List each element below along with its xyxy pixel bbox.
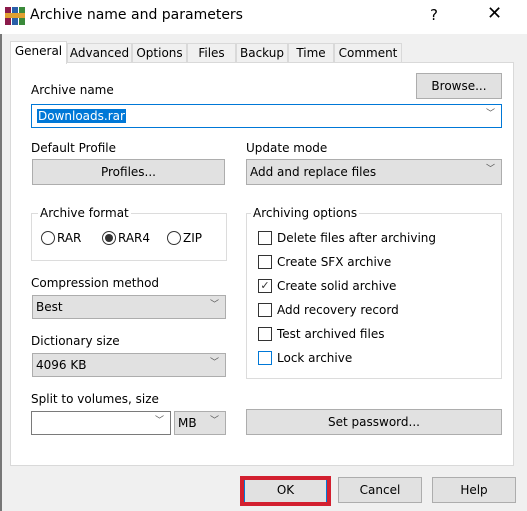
browse-button[interactable]: Browse... — [416, 73, 502, 99]
archiving-options-title: Archiving options — [251, 206, 360, 220]
chevron-down-icon[interactable]: ﹀ — [486, 103, 495, 125]
tab-files[interactable]: Files — [187, 43, 236, 63]
tab-backup[interactable]: Backup — [236, 43, 288, 63]
tab-time[interactable]: Time — [288, 43, 334, 63]
chevron-down-icon[interactable]: ﹀ — [155, 410, 164, 432]
tab-comment[interactable]: Comment — [334, 43, 402, 63]
help-button[interactable]: Help — [432, 477, 516, 503]
checkbox-box — [258, 303, 272, 317]
checkbox-recovery-record[interactable]: Add recovery record — [258, 303, 399, 317]
default-profile-label: Default Profile — [31, 141, 116, 155]
checkbox-box — [258, 327, 272, 341]
title-bar: Archive name and parameters ? ✕ — [0, 0, 527, 34]
dictionary-size-label: Dictionary size — [31, 334, 120, 348]
tab-options[interactable]: Options — [132, 43, 187, 63]
archive-name-value: Downloads.rar — [37, 109, 126, 123]
compression-method-select[interactable]: Best ﹀ — [32, 295, 226, 319]
winrar-icon — [5, 7, 25, 25]
help-icon[interactable]: ? — [430, 6, 438, 24]
radio-circle-selected — [102, 231, 116, 245]
checkbox-lock-archive[interactable]: Lock archive — [258, 351, 352, 365]
checkbox-create-solid[interactable]: ✓ Create solid archive — [258, 279, 396, 293]
radio-rar4[interactable]: RAR4 — [102, 231, 150, 245]
ok-button[interactable]: OK — [244, 477, 327, 503]
archiving-options-group: Archiving options Delete files after arc… — [246, 206, 502, 379]
checkbox-box — [258, 351, 272, 365]
window-edge — [0, 34, 2, 511]
dictionary-size-select[interactable]: 4096 KB ﹀ — [32, 353, 226, 377]
checkbox-test-files[interactable]: Test archived files — [258, 327, 384, 341]
checkbox-create-sfx[interactable]: Create SFX archive — [258, 255, 391, 269]
update-mode-value: Add and replace files — [250, 165, 377, 179]
split-unit-value: MB — [178, 416, 197, 430]
radio-circle — [167, 231, 181, 245]
chevron-down-icon: ﹀ — [209, 415, 219, 426]
update-mode-label: Update mode — [246, 141, 328, 155]
archive-name-label: Archive name — [31, 83, 114, 97]
radio-rar[interactable]: RAR — [41, 231, 81, 245]
chevron-down-icon: ﹀ — [485, 164, 495, 175]
update-mode-select[interactable]: Add and replace files ﹀ — [246, 159, 502, 185]
checkbox-box — [258, 231, 272, 245]
general-panel: Archive name Browse... Downloads.rar ﹀ D… — [10, 62, 514, 466]
archive-format-group: Archive format RAR RAR4 ZIP — [31, 206, 227, 261]
dictionary-size-value: 4096 KB — [36, 358, 87, 372]
compression-method-label: Compression method — [31, 276, 160, 290]
radio-circle — [41, 231, 55, 245]
set-password-button[interactable]: Set password... — [246, 409, 502, 435]
cancel-button[interactable]: Cancel — [338, 477, 422, 503]
compression-method-value: Best — [36, 300, 63, 314]
close-icon[interactable]: ✕ — [487, 3, 502, 24]
profiles-button[interactable]: Profiles... — [32, 159, 225, 185]
archive-format-title: Archive format — [38, 206, 131, 220]
checkmark-icon: ✓ — [258, 279, 272, 293]
window-title: Archive name and parameters — [30, 7, 243, 23]
checkbox-delete-files[interactable]: Delete files after archiving — [258, 231, 436, 245]
tab-advanced[interactable]: Advanced — [67, 43, 132, 63]
chevron-down-icon: ﹀ — [209, 299, 219, 310]
split-volumes-label: Split to volumes, size — [31, 392, 159, 406]
split-unit-select[interactable]: MB ﹀ — [174, 411, 226, 435]
split-volumes-input[interactable]: ﹀ — [31, 411, 171, 435]
radio-zip[interactable]: ZIP — [167, 231, 202, 245]
tab-general[interactable]: General — [10, 41, 67, 64]
chevron-down-icon: ﹀ — [209, 357, 219, 368]
checkbox-box — [258, 255, 272, 269]
archive-name-input[interactable]: Downloads.rar ﹀ — [31, 104, 502, 128]
